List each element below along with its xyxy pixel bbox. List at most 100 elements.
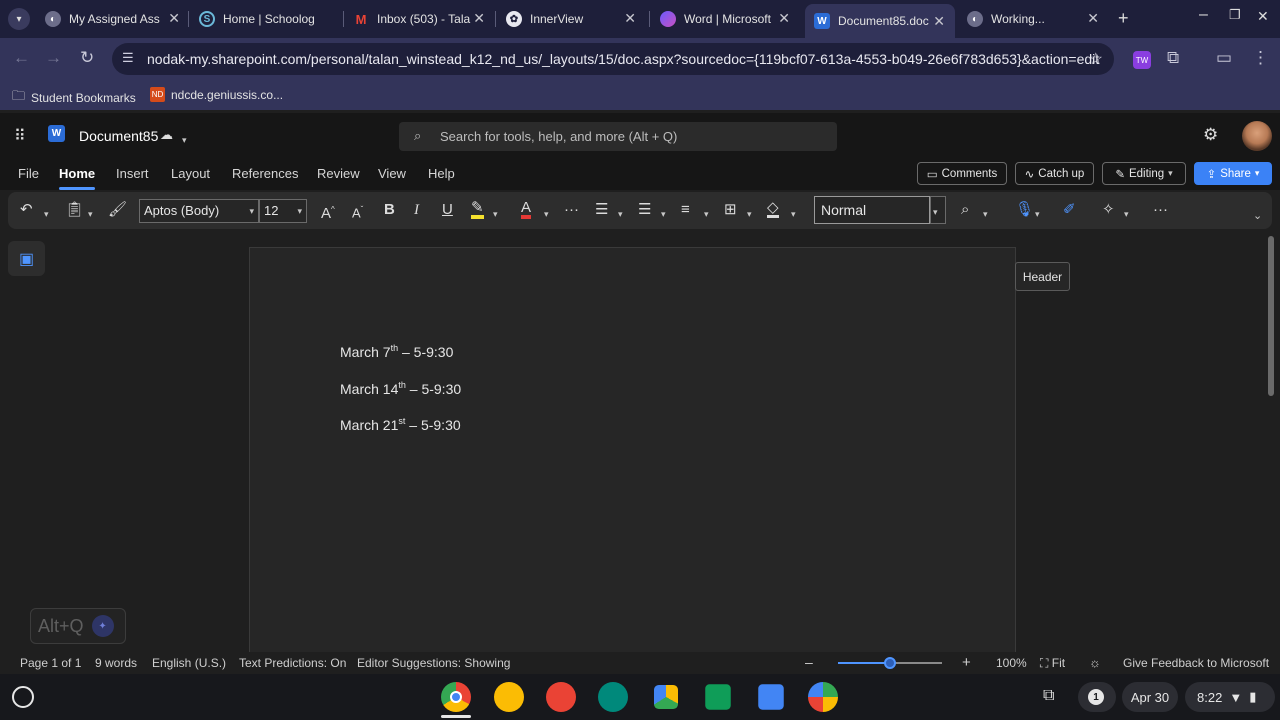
tab-layout[interactable]: Layout bbox=[171, 166, 210, 181]
extension-icon[interactable]: TW bbox=[1133, 51, 1151, 69]
bullets-icon[interactable]: ☰ bbox=[595, 200, 608, 220]
tab-document85[interactable]: W Document85.doc ✕ bbox=[805, 4, 955, 38]
align-chevron-icon[interactable]: ▾ bbox=[704, 204, 709, 224]
tab-references[interactable]: References bbox=[232, 166, 298, 181]
document-paragraph[interactable]: March 21st – 5-9:30 bbox=[340, 416, 461, 433]
paste-chevron-icon[interactable]: ▾ bbox=[88, 204, 93, 224]
word-count[interactable]: 9 words bbox=[95, 656, 137, 670]
page-count[interactable]: Page 1 of 1 bbox=[20, 656, 81, 670]
forward-arrow-icon[interactable]: → bbox=[45, 48, 62, 68]
font-name-dropdown[interactable]: Aptos (Body) ▾ bbox=[139, 199, 259, 223]
close-icon[interactable]: ✕ bbox=[933, 13, 945, 30]
tab-home[interactable]: Home bbox=[59, 166, 96, 190]
tab-view[interactable]: View bbox=[378, 166, 406, 181]
close-icon[interactable]: ✕ bbox=[778, 10, 790, 27]
play-store-icon[interactable] bbox=[808, 682, 838, 712]
new-tab-icon[interactable]: + bbox=[1118, 8, 1129, 29]
shrink-font-icon[interactable]: Aˇ bbox=[352, 200, 363, 223]
tab-help[interactable]: Help bbox=[428, 166, 455, 181]
launcher-icon[interactable] bbox=[12, 686, 34, 708]
format-painter-icon[interactable]: 🖌︎ bbox=[108, 200, 127, 220]
tab-gmail[interactable]: M Inbox (503) - Tala ✕ bbox=[353, 6, 485, 32]
font-size-dropdown[interactable]: 12 ▾ bbox=[259, 199, 307, 223]
shading-chevron-icon[interactable]: ▾ bbox=[791, 204, 796, 224]
font-color-icon[interactable]: A bbox=[521, 200, 532, 219]
tote-icon[interactable]: ⧉ bbox=[1043, 687, 1054, 705]
settings-gear-icon[interactable]: ⚙ bbox=[1203, 125, 1218, 145]
sheets-icon[interactable] bbox=[705, 684, 731, 710]
keep-icon[interactable] bbox=[494, 682, 524, 712]
restore-icon[interactable]: ❐ bbox=[1229, 7, 1241, 23]
site-info-icon[interactable]: ☰ bbox=[122, 50, 134, 66]
zoom-in-icon[interactable]: + bbox=[962, 654, 971, 671]
chrome-icon[interactable] bbox=[441, 682, 471, 712]
font-color-chevron-icon[interactable]: ▾ bbox=[544, 204, 549, 224]
search-input[interactable]: ⌕ Search for tools, help, and more (Alt … bbox=[399, 122, 837, 151]
designer-wand-icon[interactable]: ✧ bbox=[1102, 200, 1115, 220]
avatar[interactable] bbox=[1242, 121, 1272, 151]
find-chevron-icon[interactable]: ▾ bbox=[983, 204, 988, 224]
back-arrow-icon[interactable]: ← bbox=[13, 48, 30, 68]
status-tray[interactable]: 8:22 ▼ ▮ bbox=[1185, 682, 1275, 712]
notification-area[interactable]: 1 bbox=[1078, 682, 1116, 712]
vertical-scrollbar[interactable] bbox=[1268, 236, 1274, 396]
close-icon[interactable]: ✕ bbox=[168, 10, 180, 27]
zoom-slider-thumb[interactable] bbox=[884, 657, 896, 669]
tab-insert[interactable]: Insert bbox=[116, 166, 149, 181]
address-bar[interactable]: ☰ nodak-my.sharepoint.com/personal/talan… bbox=[112, 43, 1114, 75]
highlight-chevron-icon[interactable]: ▾ bbox=[493, 204, 498, 224]
document-paragraph[interactable]: March 14th – 5-9:30 bbox=[340, 380, 461, 397]
fit-button[interactable]: ⛶ Fit bbox=[1040, 656, 1065, 671]
shading-icon[interactable]: ◇ bbox=[767, 200, 779, 218]
zoom-out-icon[interactable]: – bbox=[805, 654, 813, 670]
docs-icon[interactable] bbox=[758, 684, 784, 710]
saved-status-icon[interactable]: ☁︎ bbox=[160, 127, 173, 143]
classroom-icon[interactable] bbox=[598, 682, 628, 712]
bookmark-student-bookmarks[interactable]: 🗀 Student Bookmarks bbox=[12, 87, 136, 109]
highlight-icon[interactable]: ✎ bbox=[471, 200, 484, 219]
tab-schoology[interactable]: S Home | Schoolog bbox=[199, 6, 336, 32]
canvas-paint-icon[interactable] bbox=[546, 682, 576, 712]
language-status[interactable]: English (U.S.) bbox=[152, 656, 226, 670]
comments-button[interactable]: ▭ Comments bbox=[917, 162, 1007, 185]
more-options-icon[interactable]: ··· bbox=[1153, 200, 1168, 220]
align-icon[interactable]: ≡ bbox=[681, 200, 690, 220]
zoom-level[interactable]: 100% bbox=[996, 656, 1027, 670]
catch-up-button[interactable]: ∿ Catch up bbox=[1015, 162, 1094, 185]
undo-chevron-icon[interactable]: ▾ bbox=[44, 204, 49, 224]
editor-icon[interactable]: ✐ bbox=[1063, 200, 1076, 220]
app-launcher-icon[interactable]: ⠿ bbox=[14, 126, 26, 146]
dictate-microphone-icon[interactable]: 🎙︎ bbox=[1015, 200, 1034, 220]
document-page[interactable] bbox=[249, 247, 1016, 657]
numbering-icon[interactable]: ☰ bbox=[638, 200, 651, 220]
alt-q-hint[interactable]: Alt+Q ✦ bbox=[30, 608, 126, 644]
clipboard-icon[interactable]: 📋︎ bbox=[65, 200, 84, 220]
share-button[interactable]: ⇪ Share ▾ bbox=[1194, 162, 1272, 185]
find-icon[interactable]: ⌕ bbox=[961, 200, 969, 220]
title-chevron-icon[interactable]: ▾ bbox=[182, 130, 187, 148]
numbering-chevron-icon[interactable]: ▾ bbox=[661, 204, 666, 224]
undo-icon[interactable]: ↶ bbox=[20, 200, 33, 220]
tab-search-chevron-icon[interactable]: ▾ bbox=[8, 8, 30, 30]
underline-icon[interactable]: U bbox=[442, 200, 453, 220]
style-dropdown[interactable]: ▾ bbox=[930, 196, 946, 224]
tab-word-microsoft[interactable]: Word | Microsoft ✕ bbox=[660, 6, 790, 32]
tab-review[interactable]: Review bbox=[317, 166, 360, 181]
tab-file[interactable]: File bbox=[18, 166, 39, 181]
expand-ribbon-icon[interactable]: ⌄ bbox=[1253, 206, 1262, 226]
close-icon[interactable]: ✕ bbox=[1087, 10, 1099, 27]
header-tooltip[interactable]: Header bbox=[1015, 262, 1070, 291]
designer-chevron-icon[interactable]: ▾ bbox=[1124, 204, 1129, 224]
minimize-icon[interactable]: – bbox=[1199, 6, 1208, 24]
grow-font-icon[interactable]: A^ bbox=[321, 200, 335, 224]
tab-working[interactable]: ◐ Working... ✕ bbox=[967, 6, 1099, 32]
navigation-pane-icon[interactable]: ▣ bbox=[8, 241, 45, 276]
document-paragraph[interactable]: March 7th – 5-9:30 bbox=[340, 343, 453, 360]
editing-mode-button[interactable]: ✎ Editing ▾ bbox=[1102, 162, 1186, 185]
editor-suggestions-status[interactable]: Editor Suggestions: Showing bbox=[357, 656, 510, 670]
reload-icon[interactable]: ↻ bbox=[80, 48, 94, 68]
borders-icon[interactable]: ⊞ bbox=[724, 200, 737, 220]
zoom-slider[interactable] bbox=[838, 657, 942, 669]
dictate-chevron-icon[interactable]: ▾ bbox=[1035, 204, 1040, 224]
tab-my-assigned[interactable]: ◐ My Assigned Ass ✕ bbox=[45, 6, 180, 32]
